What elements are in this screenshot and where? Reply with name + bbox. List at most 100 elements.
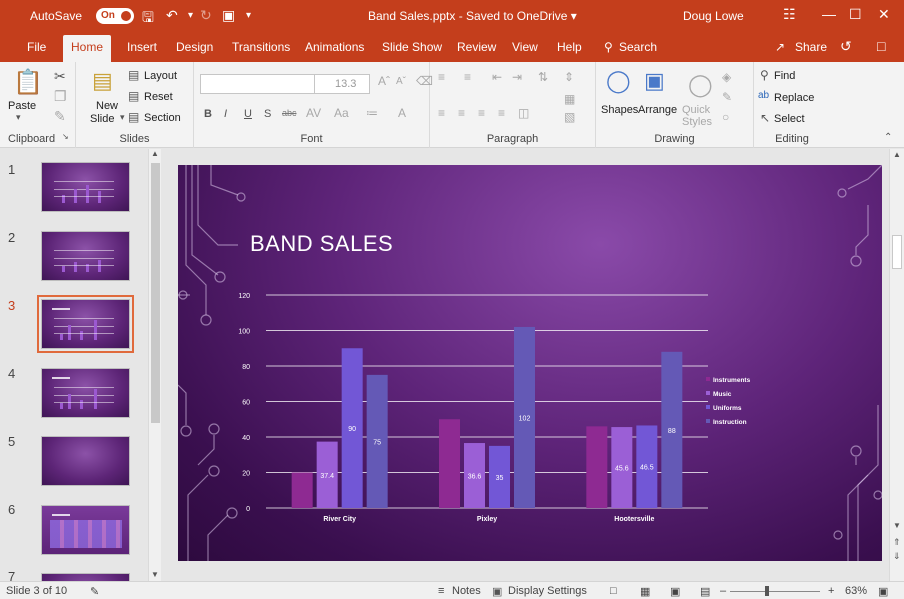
- new-slide-button-line2[interactable]: Slide: [90, 113, 114, 125]
- slide-sorter-icon[interactable]: ▦: [640, 585, 650, 598]
- shadow-button[interactable]: S: [264, 108, 271, 120]
- section-button[interactable]: Section: [144, 112, 181, 124]
- share-icon[interactable]: ↗: [775, 40, 785, 54]
- spelling-check-icon[interactable]: ✎: [90, 585, 99, 598]
- new-slide-button[interactable]: New: [96, 100, 118, 112]
- display-settings-icon[interactable]: ▣: [492, 585, 502, 598]
- find-button[interactable]: Find: [774, 70, 795, 82]
- normal-view-icon[interactable]: □: [610, 585, 617, 597]
- layout-button[interactable]: Layout: [144, 70, 177, 82]
- undo-icon[interactable]: ↶: [166, 7, 178, 24]
- editor-scrollbar[interactable]: ▲ ▼ ⇑ ⇓: [889, 149, 904, 581]
- shapes-icon[interactable]: ◯: [606, 68, 631, 94]
- collapse-ribbon-icon[interactable]: ⌃: [884, 132, 892, 143]
- scrollbar-thumb[interactable]: [151, 163, 160, 423]
- reset-button[interactable]: Reset: [144, 91, 173, 103]
- minimize-icon[interactable]: —: [822, 6, 836, 22]
- tab-transitions[interactable]: Transitions: [232, 40, 290, 54]
- copy-icon[interactable]: ❐: [54, 88, 67, 105]
- paste-icon[interactable]: 📋: [13, 68, 43, 97]
- slide-thumbnail[interactable]: [41, 436, 130, 486]
- bar-chart[interactable]: 0 20 40 60 80 100 120 37.4 90 75 River City 36.6 35 1…: [178, 165, 882, 561]
- columns-icon[interactable]: ◫: [518, 106, 529, 120]
- slide-canvas[interactable]: BAND SALES 0 20 40 60 80 100 120 37.4 90 75 River …: [178, 165, 882, 561]
- slide-thumbnail[interactable]: [41, 368, 130, 418]
- arrange-button[interactable]: Arrange: [638, 104, 677, 116]
- smartart-icon[interactable]: ▧: [564, 110, 575, 124]
- share-button[interactable]: Share: [795, 40, 827, 54]
- align-text-icon[interactable]: ▦: [564, 92, 575, 106]
- new-slide-dropdown-icon[interactable]: ▾: [120, 112, 125, 123]
- scrollbar-thumb[interactable]: [892, 235, 902, 269]
- tab-view[interactable]: View: [512, 40, 538, 54]
- zoom-slider[interactable]: [730, 586, 820, 596]
- autosave-toggle[interactable]: On: [96, 8, 134, 24]
- decrease-font-icon[interactable]: Aˇ: [396, 76, 406, 87]
- shapes-button[interactable]: Shapes: [601, 104, 638, 116]
- zoom-out-icon[interactable]: –: [720, 585, 726, 597]
- quick-styles-button[interactable]: Quick: [682, 104, 710, 116]
- italic-button[interactable]: I: [224, 108, 227, 120]
- section-icon[interactable]: ▤: [128, 110, 139, 124]
- previous-slide-icon[interactable]: ⇑: [893, 537, 901, 548]
- next-slide-icon[interactable]: ⇓: [893, 551, 901, 562]
- slide-thumbnail[interactable]: [41, 231, 130, 281]
- scroll-up-icon[interactable]: ▲: [893, 150, 901, 159]
- ribbon-display-options-icon[interactable]: ☷: [783, 6, 796, 23]
- zoom-level[interactable]: 63%: [845, 585, 867, 597]
- slide-thumbnail-active[interactable]: [37, 295, 134, 353]
- user-name[interactable]: Doug Lowe: [683, 9, 744, 23]
- select-icon[interactable]: ↖: [760, 111, 770, 125]
- slide-thumbnail[interactable]: [41, 162, 130, 212]
- customize-qat-icon[interactable]: ▾: [246, 10, 251, 21]
- find-icon[interactable]: ⚲: [760, 68, 769, 82]
- scroll-down-icon[interactable]: ▼: [151, 570, 159, 579]
- shape-fill-icon[interactable]: ◈: [722, 70, 731, 84]
- bullets-icon[interactable]: ≡: [438, 70, 445, 84]
- highlight-icon[interactable]: ≔: [366, 106, 378, 120]
- justify-icon[interactable]: ≡: [498, 106, 505, 120]
- tab-file[interactable]: File: [27, 40, 46, 54]
- strikethrough-button[interactable]: abc: [282, 108, 297, 118]
- change-case-icon[interactable]: Aa: [334, 106, 349, 120]
- bold-button[interactable]: B: [204, 108, 212, 120]
- document-title[interactable]: Band Sales.pptx - Saved to OneDrive ▾: [368, 9, 577, 23]
- font-color-icon[interactable]: A: [398, 106, 406, 120]
- clipboard-launcher-icon[interactable]: ↘: [62, 132, 69, 141]
- notes-icon[interactable]: ≡: [438, 585, 444, 597]
- reset-icon[interactable]: ▤: [128, 89, 139, 103]
- comments-icon[interactable]: □: [877, 38, 885, 54]
- shape-outline-icon[interactable]: ✎: [722, 90, 732, 104]
- layout-icon[interactable]: ▤: [128, 68, 139, 82]
- underline-button[interactable]: U: [244, 108, 252, 120]
- tab-review[interactable]: Review: [457, 40, 496, 54]
- tab-help[interactable]: Help: [557, 40, 582, 54]
- save-icon[interactable]: 🖫: [142, 7, 154, 31]
- paste-button[interactable]: Paste: [8, 100, 36, 112]
- notes-button[interactable]: Notes: [452, 585, 481, 597]
- shape-effects-icon[interactable]: ○: [722, 110, 729, 124]
- undo-dropdown-icon[interactable]: ▾: [188, 10, 193, 21]
- scroll-up-icon[interactable]: ▲: [151, 149, 159, 158]
- align-center-icon[interactable]: ≡: [458, 106, 465, 120]
- slide-thumbnail[interactable]: [41, 505, 130, 555]
- quick-styles-button-line2[interactable]: Styles: [682, 116, 712, 128]
- slide-thumbnail[interactable]: [41, 573, 130, 581]
- align-right-icon[interactable]: ≡: [478, 106, 485, 120]
- scroll-down-icon[interactable]: ▼: [893, 521, 901, 530]
- zoom-slider-knob[interactable]: [765, 586, 769, 596]
- fit-slide-icon[interactable]: ▣: [878, 585, 888, 598]
- search-icon[interactable]: ⚲: [604, 40, 613, 54]
- reading-view-icon[interactable]: ▣: [670, 585, 680, 598]
- increase-font-icon[interactable]: Aˆ: [378, 74, 390, 88]
- thumbnail-scrollbar[interactable]: ▲ ▼: [148, 149, 161, 581]
- tab-animations[interactable]: Animations: [305, 40, 364, 54]
- tab-home[interactable]: Home: [63, 35, 112, 62]
- slide-show-icon[interactable]: ▤: [700, 585, 710, 598]
- increase-indent-icon[interactable]: ⇥: [512, 70, 522, 84]
- history-icon[interactable]: ↺: [840, 38, 852, 55]
- format-painter-icon[interactable]: ✎: [54, 108, 66, 125]
- align-left-icon[interactable]: ≡: [438, 106, 445, 120]
- tab-insert[interactable]: Insert: [127, 40, 157, 54]
- character-spacing-icon[interactable]: AV: [306, 106, 321, 120]
